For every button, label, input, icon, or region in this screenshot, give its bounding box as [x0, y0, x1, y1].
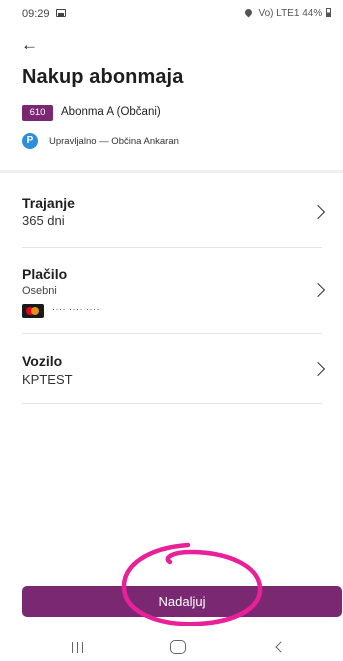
mastercard-icon	[22, 304, 44, 318]
card-number: ···· ···· ····	[52, 304, 100, 314]
page-title: Nakup abonmaja	[22, 66, 184, 88]
vehicle-title: Vozilo	[22, 353, 63, 369]
gallery-icon	[56, 9, 66, 17]
section-divider	[0, 170, 343, 173]
row-divider	[22, 247, 322, 248]
parking-icon: P	[22, 133, 38, 149]
status-time: 09:29	[22, 8, 50, 20]
zone-name: Abonma A (Občani)	[61, 106, 161, 118]
vehicle-value: KPTEST	[22, 372, 73, 387]
home-icon[interactable]	[170, 640, 186, 654]
continue-button[interactable]: Nadaljuj	[22, 586, 342, 617]
battery-level: 44%	[302, 8, 323, 19]
battery-icon	[326, 8, 331, 17]
recents-icon[interactable]	[72, 642, 84, 653]
operator-name: Upravljalno — Občina Ankaran	[49, 136, 179, 147]
payment-title: Plačilo	[22, 266, 68, 282]
back-icon[interactable]	[275, 641, 287, 653]
status-indicators: Vo) LTE1 44%	[243, 7, 331, 19]
network-indicator: Vo) LTE1	[258, 8, 300, 19]
duration-value: 365 dni	[22, 213, 65, 228]
location-icon	[243, 7, 254, 18]
vehicle-row[interactable]	[0, 340, 343, 400]
status-bar: 09:29 Vo) LTE1 44%	[0, 0, 343, 26]
zone-badge: 610	[22, 105, 53, 121]
payment-subtitle: Osebni	[22, 285, 57, 297]
row-divider	[22, 333, 322, 334]
row-divider	[22, 403, 322, 404]
duration-title: Trajanje	[22, 195, 75, 211]
arrow-left-icon[interactable]: ←	[21, 36, 38, 53]
navigation-bar	[0, 626, 343, 661]
